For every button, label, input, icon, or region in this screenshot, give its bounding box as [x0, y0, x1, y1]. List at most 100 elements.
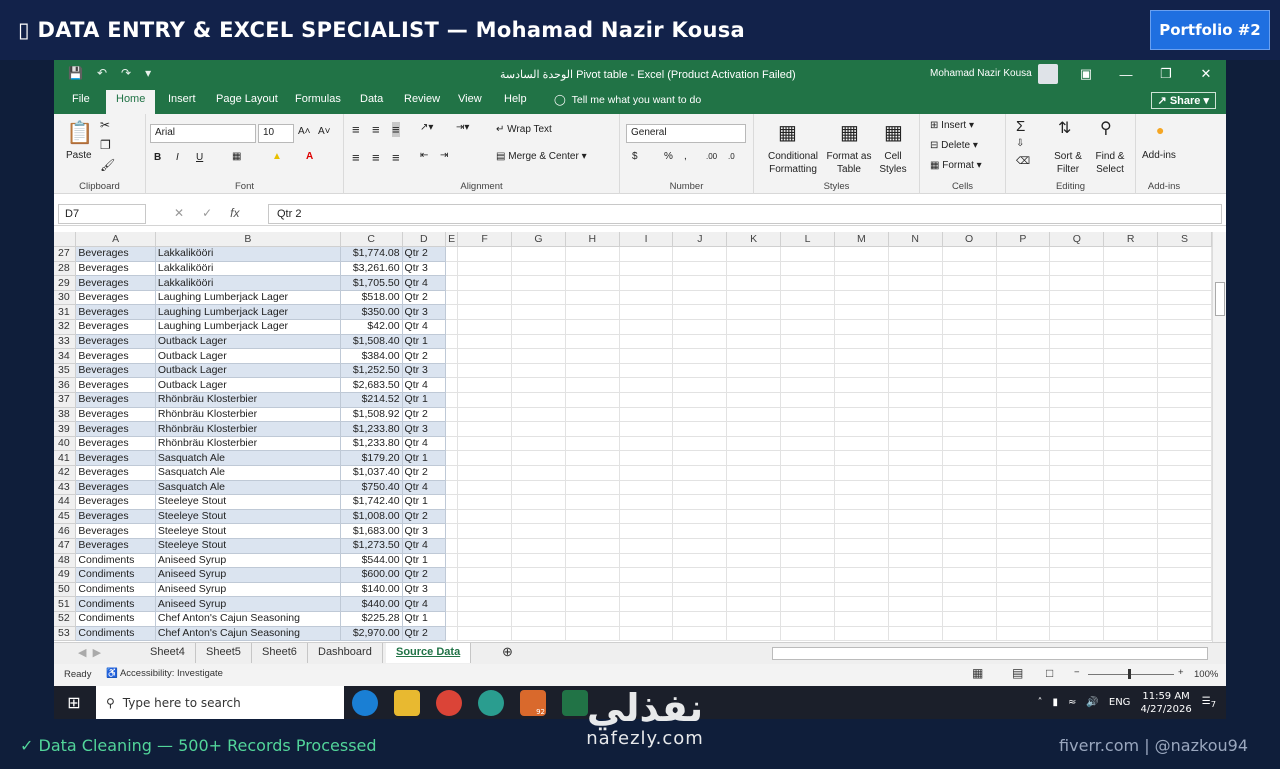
empty-cell[interactable] [726, 304, 782, 321]
empty-cell[interactable] [1103, 392, 1159, 408]
empty-cell[interactable] [726, 392, 782, 408]
row-header[interactable]: 41 [54, 450, 77, 466]
row-header[interactable]: 38 [54, 407, 77, 423]
empty-cell[interactable] [457, 334, 512, 350]
merge-center-button[interactable]: ▤ Merge & Center ▾ [496, 151, 587, 162]
empty-cell[interactable] [996, 392, 1051, 408]
empty-cell[interactable] [996, 509, 1051, 525]
tab-formulas[interactable]: Formulas [295, 93, 341, 105]
cell-quarter[interactable]: Qtr 2 [402, 407, 447, 423]
cell-product[interactable]: Sasquatch Ale [155, 480, 341, 496]
empty-cell[interactable] [565, 494, 620, 510]
empty-cell[interactable] [780, 348, 835, 364]
empty-cell[interactable] [619, 246, 674, 262]
cell-category[interactable]: Beverages [75, 304, 156, 321]
empty-cell[interactable] [672, 567, 728, 583]
borders-icon[interactable]: ▦ [232, 151, 241, 162]
empty-cell[interactable] [834, 436, 889, 452]
empty-cell[interactable] [888, 523, 943, 539]
empty-cell[interactable] [565, 611, 620, 627]
empty-cell[interactable] [457, 596, 512, 612]
cell-amount[interactable]: $350.00 [340, 304, 403, 321]
bold-button[interactable]: B [154, 152, 161, 163]
empty-cell[interactable] [780, 494, 835, 510]
cell-category[interactable]: Condiments [75, 611, 156, 627]
number-format-combo[interactable]: General [626, 124, 746, 143]
cell-amount[interactable]: $214.52 [340, 392, 403, 408]
empty-cell[interactable] [1103, 480, 1159, 496]
text-direction-icon[interactable]: ⇥▾ [456, 122, 469, 133]
empty-cell[interactable] [1103, 334, 1159, 350]
empty-cell[interactable] [445, 480, 459, 496]
empty-cell[interactable] [672, 363, 728, 379]
row-header[interactable]: 48 [54, 553, 77, 569]
empty-cell[interactable] [996, 348, 1051, 364]
cell-quarter[interactable]: Qtr 4 [402, 596, 447, 612]
empty-cell[interactable] [1049, 290, 1105, 306]
find-select-button[interactable]: Find & Select [1090, 150, 1130, 176]
empty-cell[interactable] [834, 494, 889, 510]
empty-cell[interactable] [1157, 246, 1212, 262]
empty-cell[interactable] [942, 582, 997, 598]
decrease-decimal-icon[interactable]: .0 [728, 152, 735, 161]
empty-cell[interactable] [834, 626, 889, 642]
empty-cell[interactable] [619, 363, 674, 379]
empty-cell[interactable] [619, 553, 674, 569]
sheet-tab[interactable]: Dashboard [308, 643, 383, 663]
tab-home[interactable]: Home [106, 90, 156, 114]
row-header[interactable]: 42 [54, 465, 77, 481]
empty-cell[interactable] [996, 275, 1051, 291]
empty-cell[interactable] [565, 626, 620, 642]
empty-cell[interactable] [834, 348, 889, 364]
empty-cell[interactable] [942, 523, 997, 539]
empty-cell[interactable] [726, 465, 782, 481]
cell-amount[interactable]: $750.40 [340, 480, 403, 496]
empty-cell[interactable] [445, 348, 459, 364]
cell-product[interactable]: Steeleye Stout [155, 509, 341, 525]
copy-icon[interactable]: ❐ [100, 138, 111, 152]
empty-cell[interactable] [1103, 450, 1159, 466]
empty-cell[interactable] [511, 363, 566, 379]
empty-cell[interactable] [565, 275, 620, 291]
tab-page-layout[interactable]: Page Layout [216, 93, 278, 105]
page-layout-view-icon[interactable]: ▤ [1012, 666, 1023, 680]
empty-cell[interactable] [780, 421, 835, 437]
empty-cell[interactable] [996, 261, 1051, 277]
empty-cell[interactable] [888, 275, 943, 291]
delete-cells-button[interactable]: ⊟ Delete ▾ [930, 140, 978, 151]
empty-cell[interactable] [511, 407, 566, 423]
cell-category[interactable]: Beverages [75, 509, 156, 525]
empty-cell[interactable] [834, 290, 889, 306]
font-name-combo[interactable]: Arial [150, 124, 256, 143]
user-name[interactable]: Mohamad Nazir Kousa [930, 68, 1032, 79]
row-header[interactable]: 33 [54, 334, 77, 350]
sheet-nav-icons[interactable]: ◀ ▶ [68, 643, 111, 663]
format-painter-icon[interactable]: 🖌 [100, 158, 115, 172]
empty-cell[interactable] [942, 567, 997, 583]
empty-cell[interactable] [1157, 275, 1212, 291]
cell-quarter[interactable]: Qtr 3 [402, 582, 447, 598]
empty-cell[interactable] [565, 436, 620, 452]
cell-amount[interactable]: $1,273.50 [340, 538, 403, 554]
empty-cell[interactable] [834, 523, 889, 539]
empty-cell[interactable] [457, 436, 512, 452]
column-header[interactable]: D [402, 232, 447, 248]
empty-cell[interactable] [565, 582, 620, 598]
empty-cell[interactable] [1049, 377, 1105, 394]
format-table-icon[interactable]: ▦ [840, 120, 859, 145]
empty-cell[interactable] [457, 275, 512, 291]
cell-quarter[interactable]: Qtr 2 [402, 567, 447, 583]
empty-cell[interactable] [942, 261, 997, 277]
empty-cell[interactable] [888, 538, 943, 554]
empty-cell[interactable] [834, 538, 889, 554]
empty-cell[interactable] [942, 450, 997, 466]
empty-cell[interactable] [672, 523, 728, 539]
empty-cell[interactable] [780, 436, 835, 452]
sheet-tab[interactable]: Sheet4 [140, 643, 196, 663]
empty-cell[interactable] [565, 567, 620, 583]
empty-cell[interactable] [511, 480, 566, 496]
cell-quarter[interactable]: Qtr 4 [402, 436, 447, 452]
cell-amount[interactable]: $384.00 [340, 348, 403, 364]
empty-cell[interactable] [996, 465, 1051, 481]
empty-cell[interactable] [1049, 450, 1105, 466]
